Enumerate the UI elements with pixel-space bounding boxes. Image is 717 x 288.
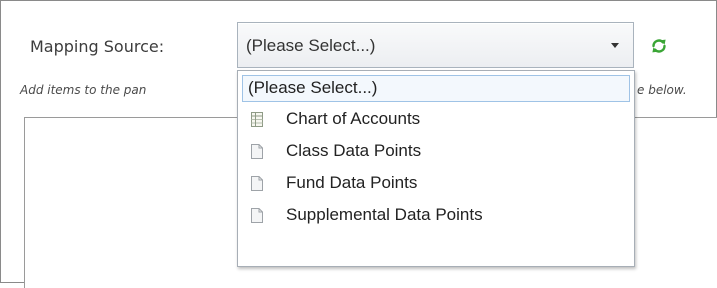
hint-text-tail: e below. bbox=[637, 83, 687, 97]
mapping-source-select[interactable]: (Please Select...) bbox=[237, 22, 634, 68]
dropdown-option-label: Fund Data Points bbox=[286, 173, 418, 192]
refresh-icon[interactable] bbox=[650, 37, 668, 55]
dropdown-option-supplemental-data-points[interactable]: Supplemental Data Points bbox=[238, 199, 634, 230]
dropdown-option-chart-of-accounts[interactable]: Chart of Accounts bbox=[238, 103, 634, 134]
document-icon bbox=[251, 176, 263, 191]
table-icon bbox=[251, 112, 263, 127]
hint-text: Add items to the pan bbox=[20, 83, 147, 97]
document-icon bbox=[251, 144, 263, 159]
chevron-down-icon[interactable] bbox=[611, 43, 619, 48]
dropdown-option-label: (Please Select...) bbox=[248, 78, 378, 97]
dropdown-option-please-select[interactable]: (Please Select...) bbox=[242, 75, 630, 102]
dropdown-option-label: Class Data Points bbox=[286, 141, 422, 160]
dropdown-option-label: Chart of Accounts bbox=[286, 109, 421, 128]
mapping-dialog: Mapping Source: (Please Select...) Add i… bbox=[0, 0, 717, 288]
mapping-source-dropdown-list: (Please Select...) Chart of Accounts Cla… bbox=[237, 70, 635, 267]
mapping-source-selected-value: (Please Select...) bbox=[246, 36, 376, 55]
dropdown-option-fund-data-points[interactable]: Fund Data Points bbox=[238, 167, 634, 198]
document-icon bbox=[251, 208, 263, 223]
dropdown-option-class-data-points[interactable]: Class Data Points bbox=[238, 135, 634, 166]
dropdown-option-label: Supplemental Data Points bbox=[286, 205, 483, 224]
mapping-source-label: Mapping Source: bbox=[30, 37, 165, 56]
